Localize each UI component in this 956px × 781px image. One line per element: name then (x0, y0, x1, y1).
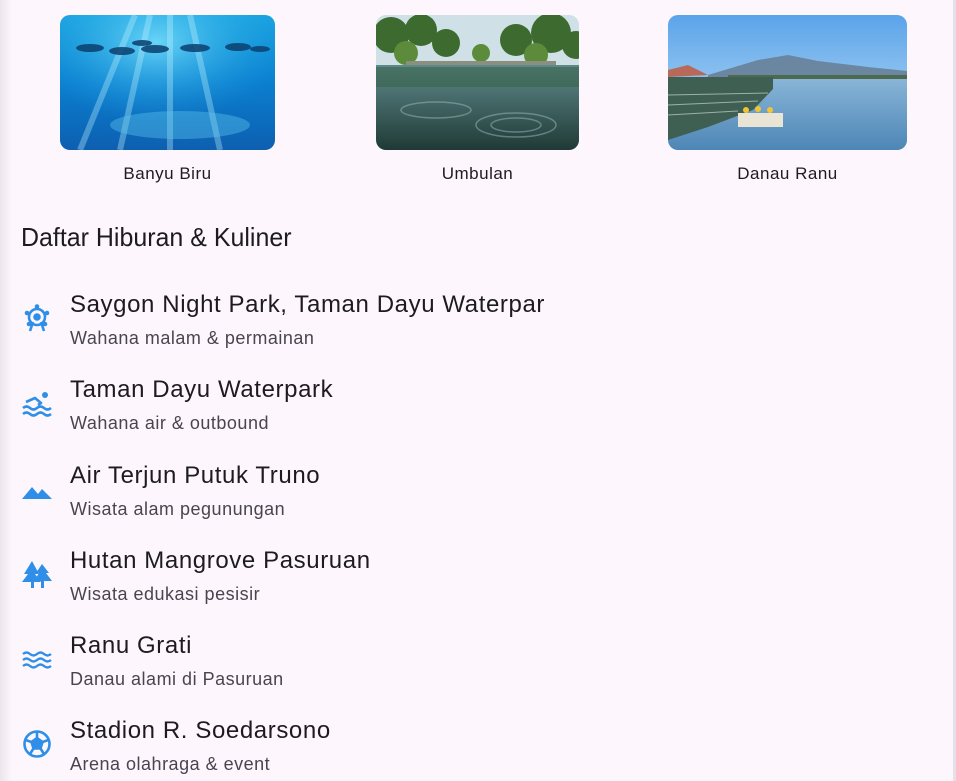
list-item-title: Taman Dayu Waterpark (70, 376, 334, 403)
list-item-subtitle: Danau alami di Pasuruan (70, 669, 284, 689)
gallery-card-umbulan[interactable]: Umbulan (376, 15, 579, 183)
gallery-caption: Danau Ranu (737, 164, 838, 183)
gallery-caption: Umbulan (441, 164, 514, 183)
list-item-subtitle: Wahana malam & permainan (70, 328, 315, 348)
list-item-saygon-night-park[interactable]: Saygon Night Park, Taman Dayu Waterpar W… (0, 286, 940, 371)
danau-ranu-photo (668, 15, 907, 150)
list-item-hutan-mangrove-pasuruan[interactable]: Hutan Mangrove Pasuruan Wisata edukasi p… (0, 542, 940, 627)
gallery-caption: Banyu Biru (123, 164, 212, 183)
list-item-title: Hutan Mangrove Pasuruan (70, 547, 371, 574)
list-item-ranu-grati[interactable]: Ranu Grati Danau alami di Pasuruan (0, 627, 940, 712)
list-item-subtitle: Wisata alam pegunungan (70, 499, 286, 519)
list-item-title: Air Terjun Putuk Truno (70, 462, 321, 489)
list-item-stadion-soedarsono[interactable]: Stadion R. Soedarsono Arena olahraga & e… (0, 712, 940, 781)
landscape-icon (21, 473, 53, 505)
ferris-wheel-icon (21, 302, 53, 334)
list-item-taman-dayu-waterpark[interactable]: Taman Dayu Waterpark Wahana air & outbou… (0, 371, 940, 456)
list-item-title: Stadion R. Soedarsono (70, 717, 331, 744)
section-title: Daftar Hiburan & Kuliner (21, 222, 292, 252)
list-item-title: Ranu Grati (70, 632, 193, 659)
soccer-ball-icon (21, 728, 53, 760)
list-item-title: Saygon Night Park, Taman Dayu Waterpar (70, 291, 546, 318)
list-item-air-terjun-putuk-truno[interactable]: Air Terjun Putuk Truno Wisata alam pegun… (0, 457, 940, 542)
list-item-subtitle: Arena olahraga & event (70, 754, 271, 774)
list-item-subtitle: Wisata edukasi pesisir (70, 584, 261, 604)
water-waves-icon (21, 643, 53, 675)
gallery-card-banyu-biru[interactable]: Banyu Biru (60, 15, 275, 183)
banyu-biru-photo (60, 15, 275, 150)
gallery-card-danau-ranu[interactable]: Danau Ranu (668, 15, 907, 183)
umbulan-photo (376, 15, 579, 150)
forest-icon (21, 558, 53, 590)
screen: Banyu Biru Umbulan Danau Ranu Daftar Hib… (0, 0, 956, 781)
list-item-subtitle: Wahana air & outbound (70, 413, 269, 433)
swimming-pool-icon (21, 387, 53, 419)
